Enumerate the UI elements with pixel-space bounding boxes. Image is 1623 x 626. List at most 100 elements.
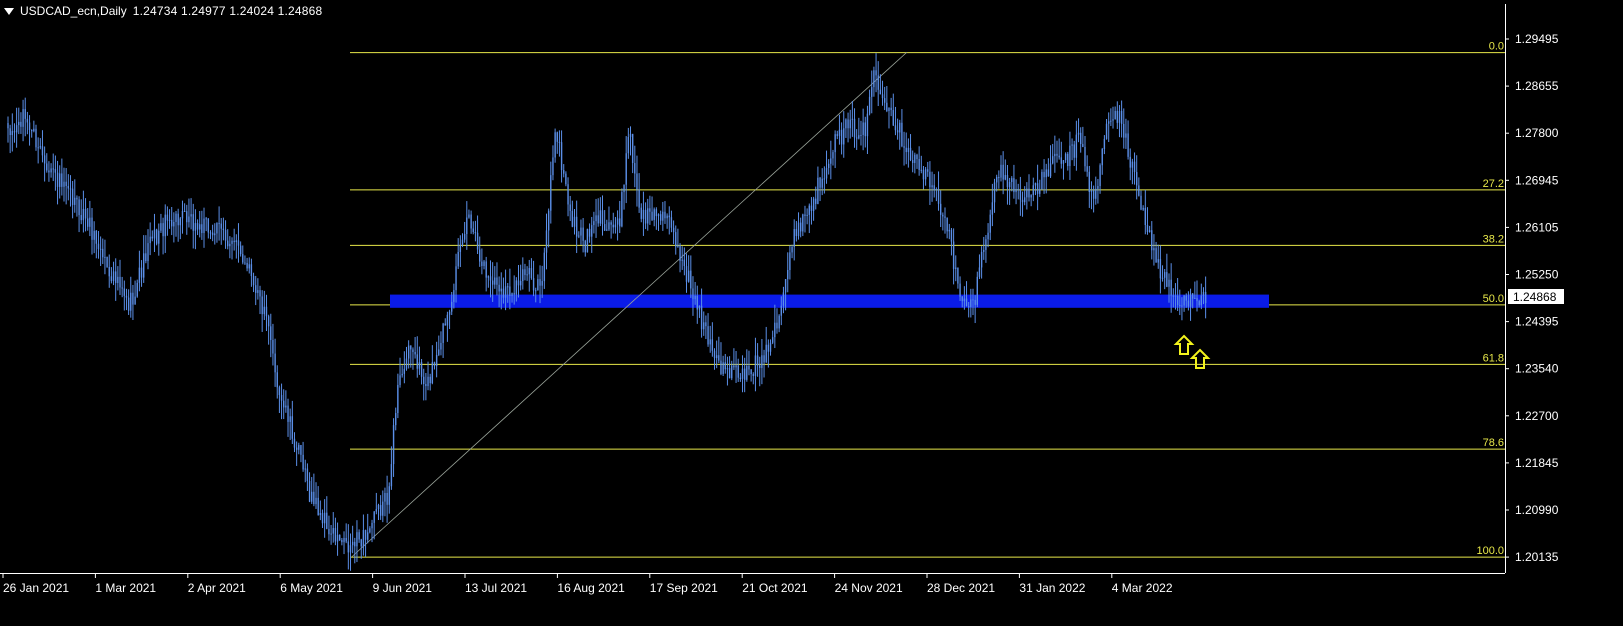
candle-body (37, 147, 39, 149)
candle-body (1170, 279, 1172, 296)
candle-body (274, 353, 276, 373)
candle-body (606, 229, 608, 231)
fib-level-label: 78.6 (1483, 437, 1504, 449)
date-tick-label: 17 Sep 2021 (650, 581, 718, 595)
candle-body (1135, 172, 1138, 186)
candle-body (1084, 146, 1086, 167)
candle-body (862, 122, 864, 135)
candle-body (190, 214, 192, 217)
date-tick-label: 28 Dec 2021 (927, 581, 995, 595)
candle-body (446, 314, 449, 326)
candle-body (341, 540, 343, 543)
candle-body (1097, 186, 1099, 189)
candle-body (569, 204, 571, 211)
candle-body (347, 541, 350, 553)
candle-body (1095, 188, 1097, 199)
candle-body (1127, 133, 1129, 157)
candle-body (1144, 207, 1147, 226)
candle-body (528, 268, 530, 275)
candle-body (1047, 169, 1050, 177)
candle-body (489, 276, 492, 281)
candle-body (1023, 197, 1026, 203)
candle-body (160, 223, 162, 231)
candle-body (1039, 189, 1041, 194)
candle-body (535, 290, 537, 292)
candle-body (593, 221, 595, 226)
support-zone[interactable] (390, 294, 1269, 308)
candle-body (608, 222, 610, 230)
candle-body (117, 276, 119, 283)
candle-body (291, 416, 294, 439)
candle-body (151, 236, 154, 239)
candle-body (924, 169, 927, 180)
candle-body (911, 160, 914, 163)
candle-body (235, 240, 238, 243)
candle-body (513, 293, 515, 295)
candle-body (302, 454, 304, 470)
candle-body (1112, 119, 1114, 121)
candle-body (580, 227, 582, 236)
candle-body (1107, 121, 1110, 124)
candle-body (283, 400, 285, 408)
candle-body (416, 354, 418, 369)
candle-body (99, 248, 102, 250)
candle-body (567, 184, 569, 205)
candle-body (993, 182, 996, 203)
candle-body (1026, 188, 1028, 198)
candle-body (636, 173, 638, 190)
candle-body (261, 296, 263, 315)
candle-body (991, 202, 994, 215)
candle-body (155, 229, 158, 244)
candle-body (412, 349, 414, 352)
candle-body (255, 285, 257, 293)
candle-body (989, 214, 991, 233)
candle-body (457, 251, 459, 267)
candle-body (433, 362, 436, 367)
candle-body (851, 118, 854, 120)
candle-body (675, 232, 677, 247)
candle-body (935, 189, 938, 191)
candle-body (987, 232, 989, 240)
candle-body (916, 154, 918, 160)
candle-body (1045, 169, 1047, 178)
candle-body (145, 253, 147, 262)
candle-body (166, 214, 169, 221)
candle-body (300, 445, 302, 455)
price-chart[interactable]: 0.0 27.2 38.2 50.0 61.8 78.6 100.0 1.29495 1.28… (0, 0, 1623, 621)
candle-body (244, 262, 246, 264)
candle-body (955, 267, 957, 269)
candle-body (974, 299, 976, 305)
candle-body (1142, 207, 1144, 210)
candle-body (810, 205, 813, 211)
candle-body (7, 123, 9, 129)
candle-body (896, 130, 899, 133)
candle-body (629, 133, 632, 137)
candle-body (838, 129, 841, 136)
candle-body (1049, 163, 1052, 177)
candle-body (591, 225, 593, 237)
candle-body (877, 75, 879, 90)
candle-body (537, 279, 539, 291)
price-tick-label: 1.26105 (1515, 220, 1559, 234)
candle-body (1006, 175, 1009, 188)
candle-body (599, 210, 602, 224)
chart-canvas[interactable]: 0.0 27.2 38.2 50.0 61.8 78.6 100.0 1.29495 1.28… (0, 0, 1623, 621)
candle-body (181, 210, 184, 219)
candle-body (683, 259, 686, 267)
candle-body (427, 376, 429, 387)
candle-body (554, 132, 556, 158)
candle-body (662, 211, 664, 221)
candle-body (11, 131, 14, 136)
candle-body (961, 296, 963, 302)
candle-body (1101, 148, 1103, 166)
triangle-down-icon[interactable] (4, 7, 14, 15)
candle-body (1099, 165, 1101, 187)
candle-body (285, 405, 287, 408)
candle-body (922, 169, 925, 180)
candle-body (272, 340, 274, 354)
candle-body (502, 288, 505, 298)
candle-body (524, 269, 526, 275)
candle-body (1079, 132, 1082, 145)
candle-body (69, 188, 72, 190)
candle-body (950, 229, 953, 242)
